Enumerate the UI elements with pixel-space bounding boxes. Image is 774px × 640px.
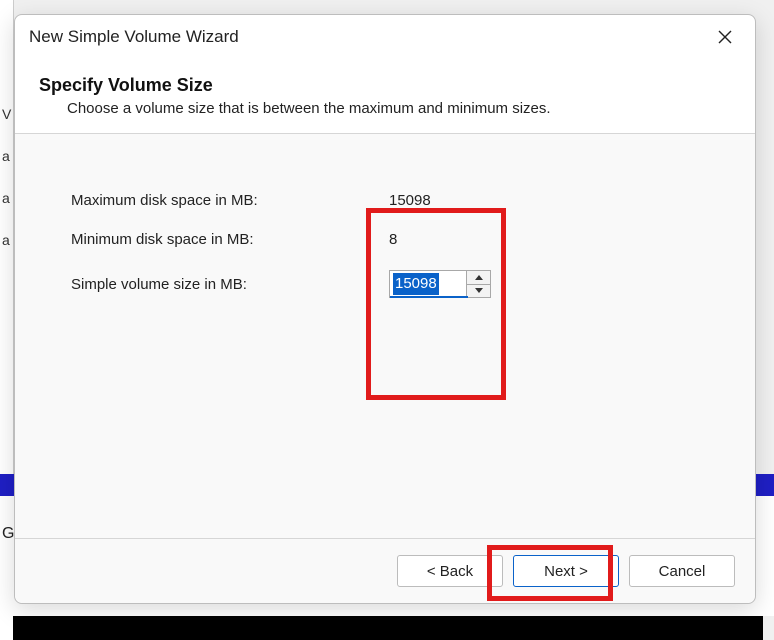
max-disk-space-row: Maximum disk space in MB: 15098	[71, 192, 715, 209]
chevron-up-icon	[475, 275, 483, 280]
wizard-dialog: New Simple Volume Wizard Specify Volume …	[14, 14, 756, 604]
wizard-header: Specify Volume Size Choose a volume size…	[15, 59, 755, 134]
wizard-content: Maximum disk space in MB: 15098 Minimum …	[15, 134, 755, 538]
volume-size-input[interactable]: 15098	[390, 271, 466, 297]
min-disk-space-row: Minimum disk space in MB: 8	[71, 231, 715, 248]
volume-size-value-selected: 15098	[393, 273, 439, 295]
close-icon	[718, 30, 732, 44]
next-button[interactable]: Next >	[513, 555, 619, 587]
chevron-down-icon	[475, 288, 483, 293]
volume-size-label: Simple volume size in MB:	[71, 276, 389, 293]
spinner-down-button[interactable]	[467, 285, 490, 298]
titlebar: New Simple Volume Wizard	[15, 15, 755, 59]
page-title: Specify Volume Size	[39, 75, 731, 96]
background-black-bar	[13, 616, 763, 640]
back-button[interactable]: < Back	[397, 555, 503, 587]
spinner-up-button[interactable]	[467, 271, 490, 285]
window-title: New Simple Volume Wizard	[29, 27, 239, 47]
close-button[interactable]	[709, 23, 741, 51]
spinner-buttons	[466, 271, 490, 297]
min-disk-space-label: Minimum disk space in MB:	[71, 231, 389, 248]
min-disk-space-value: 8	[389, 231, 397, 248]
volume-size-row: Simple volume size in MB: 15098	[71, 270, 715, 298]
max-disk-space-label: Maximum disk space in MB:	[71, 192, 389, 209]
wizard-footer: < Back Next > Cancel	[15, 538, 755, 603]
page-subtitle: Choose a volume size that is between the…	[67, 100, 731, 117]
cancel-button[interactable]: Cancel	[629, 555, 735, 587]
max-disk-space-value: 15098	[389, 192, 431, 209]
volume-size-spinner[interactable]: 15098	[389, 270, 491, 298]
